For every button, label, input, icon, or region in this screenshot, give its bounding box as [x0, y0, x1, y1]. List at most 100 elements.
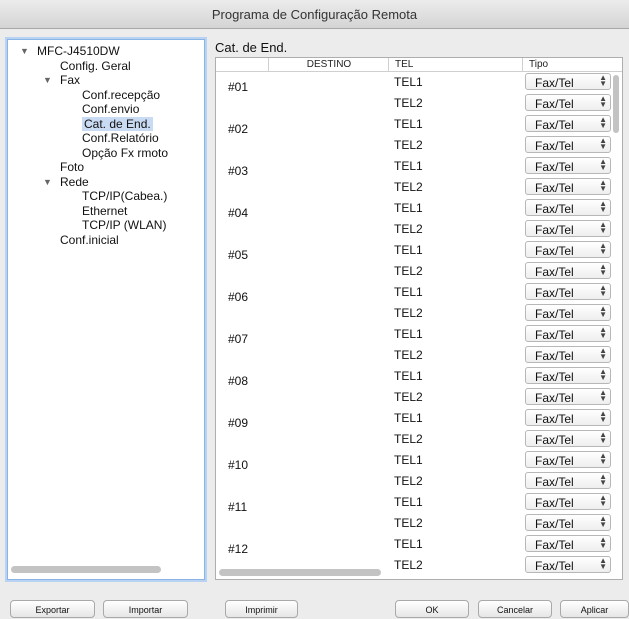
tipo-select[interactable]: Fax/Tel ▲ ▼ — [525, 136, 611, 153]
tipo-select[interactable]: Fax/Tel ▲ ▼ — [525, 157, 611, 174]
table-vertical-scrollbar[interactable] — [613, 75, 619, 133]
address-book-table[interactable]: DESTINO TEL Tipo #01 TEL1 Fax/Tel ▲ ▼ TEL2 Fax… — [215, 57, 623, 580]
table-row[interactable]: TEL2 Fax/Tel ▲ ▼ — [216, 471, 611, 492]
tipo-select[interactable]: Fax/Tel ▲ ▼ — [525, 94, 611, 111]
tipo-select[interactable]: Fax/Tel ▲ ▼ — [525, 178, 611, 195]
entry-number: #03 — [228, 164, 249, 178]
column-tel-header[interactable]: TEL — [388, 58, 529, 71]
disclosure-triangle-icon[interactable]: ▼ — [43, 73, 52, 88]
tel-label: TEL2 — [394, 432, 423, 446]
tipo-select[interactable]: Fax/Tel ▲ ▼ — [525, 220, 611, 237]
up-down-arrows-icon: ▲ ▼ — [599, 325, 607, 340]
tree-item-11[interactable]: Ethernet — [82, 204, 127, 219]
tree-item-5[interactable]: Cat. de End. — [82, 116, 153, 132]
tipo-select[interactable]: Fax/Tel ▲ ▼ — [525, 409, 611, 426]
disclosure-triangle-icon[interactable]: ▼ — [43, 175, 52, 190]
table-row[interactable]: TEL2 Fax/Tel ▲ ▼ — [216, 303, 611, 324]
table-row[interactable]: TEL2 Fax/Tel ▲ ▼ — [216, 93, 611, 114]
table-row[interactable]: TEL2 Fax/Tel ▲ ▼ — [216, 429, 611, 450]
tipo-select-value: Fax/Tel — [535, 391, 574, 405]
tree-item-2[interactable]: ▼ Fax — [43, 73, 81, 88]
table-row[interactable]: TEL2 Fax/Tel ▲ ▼ — [216, 513, 611, 534]
tipo-select[interactable]: Fax/Tel ▲ ▼ — [525, 304, 611, 321]
column-tipo-header[interactable]: Tipo — [522, 58, 622, 71]
tipo-select[interactable]: Fax/Tel ▲ ▼ — [525, 514, 611, 531]
table-header: DESTINO TEL Tipo — [216, 58, 622, 72]
table-row[interactable]: #08 TEL1 Fax/Tel ▲ ▼ — [216, 366, 611, 388]
up-down-arrows-icon: ▲ ▼ — [599, 241, 607, 256]
tree-item-1[interactable]: Config. Geral — [60, 59, 131, 74]
tipo-select[interactable]: Fax/Tel ▲ ▼ — [525, 115, 611, 132]
table-horizontal-scrollbar[interactable] — [219, 569, 381, 576]
tree-item-label: Opção Fx rmoto — [82, 145, 169, 160]
tipo-select[interactable]: Fax/Tel ▲ ▼ — [525, 325, 611, 342]
tipo-select[interactable]: Fax/Tel ▲ ▼ — [525, 535, 611, 552]
table-row[interactable]: TEL2 Fax/Tel ▲ ▼ — [216, 261, 611, 282]
column-destino-header[interactable]: DESTINO — [268, 58, 389, 71]
table-row[interactable]: #06 TEL1 Fax/Tel ▲ ▼ — [216, 282, 611, 304]
ok-button[interactable]: OK — [395, 600, 469, 618]
entry-number: #06 — [228, 290, 249, 304]
tel-label: TEL2 — [394, 180, 423, 194]
tipo-select[interactable]: Fax/Tel ▲ ▼ — [525, 367, 611, 384]
tipo-select[interactable]: Fax/Tel ▲ ▼ — [525, 451, 611, 468]
tree-item-10[interactable]: TCP/IP(Cabea.) — [82, 189, 167, 204]
up-down-arrows-icon: ▲ ▼ — [599, 115, 607, 130]
table-row[interactable]: TEL2 Fax/Tel ▲ ▼ — [216, 219, 611, 240]
tipo-select[interactable]: Fax/Tel ▲ ▼ — [525, 199, 611, 216]
cancel-button[interactable]: Cancelar — [478, 600, 552, 618]
tree-item-9[interactable]: ▼ Rede — [43, 175, 89, 190]
import-button[interactable]: Importar — [103, 600, 188, 618]
table-row[interactable]: TEL2 Fax/Tel ▲ ▼ — [216, 345, 611, 366]
tree-item-4[interactable]: Conf.envio — [82, 102, 139, 117]
tipo-select[interactable]: Fax/Tel ▲ ▼ — [525, 472, 611, 489]
tipo-select[interactable]: Fax/Tel ▲ ▼ — [525, 493, 611, 510]
table-row[interactable]: #02 TEL1 Fax/Tel ▲ ▼ — [216, 114, 611, 136]
table-row[interactable]: #01 TEL1 Fax/Tel ▲ ▼ — [216, 72, 611, 94]
table-row[interactable]: #05 TEL1 Fax/Tel ▲ ▼ — [216, 240, 611, 262]
table-row[interactable]: #03 TEL1 Fax/Tel ▲ ▼ — [216, 156, 611, 178]
table-row[interactable]: #11 TEL1 Fax/Tel ▲ ▼ — [216, 492, 611, 514]
tipo-select[interactable]: Fax/Tel ▲ ▼ — [525, 283, 611, 300]
table-row[interactable]: #04 TEL1 Fax/Tel ▲ ▼ — [216, 198, 611, 220]
table-row[interactable]: TEL2 Fax/Tel ▲ ▼ — [216, 135, 611, 156]
tipo-select[interactable]: Fax/Tel ▲ ▼ — [525, 556, 611, 573]
tel-label: TEL2 — [394, 306, 423, 320]
settings-tree[interactable]: ▼ MFC-J4510DW Config. Geral ▼ Fax Conf.recepç… — [7, 39, 205, 580]
up-down-arrows-icon: ▲ ▼ — [599, 556, 607, 571]
tipo-select[interactable]: Fax/Tel ▲ ▼ — [525, 241, 611, 258]
tree-item-label: Fax — [60, 73, 81, 87]
tel-label: TEL1 — [394, 201, 423, 215]
apply-button[interactable]: Aplicar — [560, 600, 629, 618]
table-row[interactable]: #09 TEL1 Fax/Tel ▲ ▼ — [216, 408, 611, 430]
table-row[interactable]: TEL2 Fax/Tel ▲ ▼ — [216, 177, 611, 198]
entry-number: #10 — [228, 458, 249, 472]
tree-item-0[interactable]: ▼ MFC-J4510DW — [20, 44, 120, 59]
tipo-select[interactable]: Fax/Tel ▲ ▼ — [525, 346, 611, 363]
table-row[interactable]: #10 TEL1 Fax/Tel ▲ ▼ — [216, 450, 611, 472]
up-down-arrows-icon: ▲ ▼ — [599, 535, 607, 550]
tree-item-13[interactable]: Conf.inicial — [60, 233, 119, 248]
table-row[interactable]: #07 TEL1 Fax/Tel ▲ ▼ — [216, 324, 611, 346]
window-title: Programa de Configuração Remota — [211, 7, 418, 22]
tree-item-3[interactable]: Conf.recepção — [82, 88, 160, 103]
tree-item-6[interactable]: Conf.Relatório — [82, 131, 159, 146]
up-down-arrows-icon: ▲ ▼ — [599, 136, 607, 151]
tree-item-8[interactable]: Foto — [60, 160, 84, 175]
table-row[interactable]: #12 TEL1 Fax/Tel ▲ ▼ — [216, 534, 611, 556]
tree-item-label: MFC-J4510DW — [37, 44, 120, 58]
disclosure-triangle-icon[interactable]: ▼ — [20, 44, 29, 59]
tree-horizontal-scrollbar[interactable] — [11, 566, 161, 573]
tipo-select[interactable]: Fax/Tel ▲ ▼ — [525, 430, 611, 447]
tree-item-7[interactable]: Opção Fx rmoto — [82, 146, 168, 161]
export-button[interactable]: Exportar — [10, 600, 95, 618]
table-row[interactable]: TEL2 Fax/Tel ▲ ▼ — [216, 387, 611, 408]
up-down-arrows-icon: ▲ ▼ — [599, 304, 607, 319]
tree-item-12[interactable]: TCP/IP (WLAN) — [82, 218, 166, 233]
tipo-select[interactable]: Fax/Tel ▲ ▼ — [525, 262, 611, 279]
tipo-select[interactable]: Fax/Tel ▲ ▼ — [525, 388, 611, 405]
tel-label: TEL2 — [394, 558, 423, 572]
tel-label: TEL2 — [394, 516, 423, 530]
print-button[interactable]: Imprimir — [225, 600, 298, 618]
tipo-select[interactable]: Fax/Tel ▲ ▼ — [525, 73, 611, 90]
